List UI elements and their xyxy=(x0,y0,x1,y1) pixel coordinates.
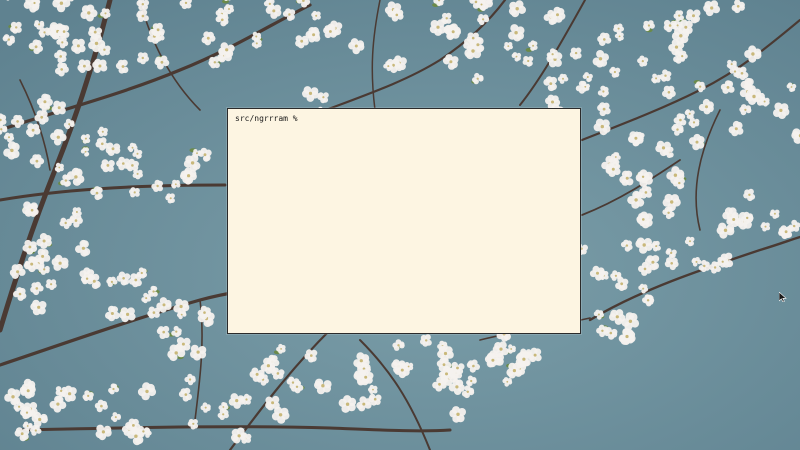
wallpaper-blossom xyxy=(171,179,181,189)
wallpaper-blossom xyxy=(147,306,161,319)
wallpaper-blossom xyxy=(119,307,136,323)
wallpaper-blossom xyxy=(651,73,662,84)
wallpaper-blossom xyxy=(176,337,191,352)
wallpaper-blossom xyxy=(51,100,66,115)
terminal-prompt[interactable]: src/ngrrram % xyxy=(235,114,298,124)
terminal-window[interactable]: src/ngrrram % xyxy=(227,108,581,334)
wallpaper-blossom xyxy=(323,24,337,39)
wallpaper-blossom xyxy=(71,207,82,217)
desktop: src/ngrrram % xyxy=(0,0,800,450)
mouse-pointer-icon xyxy=(779,292,787,302)
wallpaper-blossom xyxy=(71,38,86,54)
wallpaper-blossom xyxy=(54,162,64,173)
wallpaper-blossom xyxy=(311,10,321,21)
